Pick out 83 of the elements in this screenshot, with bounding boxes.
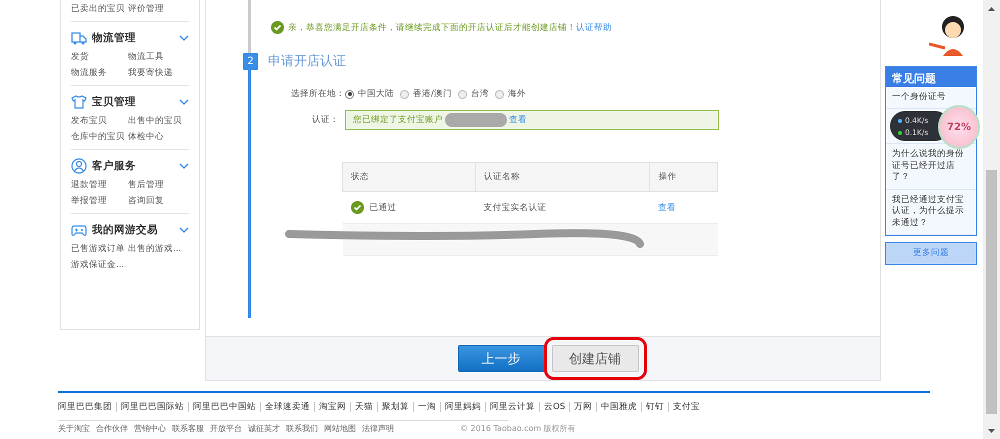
sidebar-link[interactable]: 评价管理 <box>128 3 189 15</box>
faq-link[interactable]: 为什么说我的身份证号已经开过店了？ <box>886 144 976 190</box>
footer-link[interactable]: 一淘 <box>413 402 440 412</box>
person-icon <box>71 158 87 174</box>
sidebar-link[interactable]: 售后管理 <box>128 179 189 191</box>
chevron-down-icon[interactable] <box>179 227 189 233</box>
footer-link[interactable]: 钉钉 <box>641 402 668 412</box>
footer-link[interactable]: 开放平台 <box>210 423 242 434</box>
sidebar-heading: 我的网游交易 <box>92 223 159 237</box>
footer-link[interactable]: 淘宝网 <box>314 402 350 412</box>
sidebar-heading: 客户服务 <box>92 159 137 173</box>
shirt-icon <box>71 95 87 109</box>
certification-text: 您已绑定了支付宝账户 <box>353 114 443 126</box>
sidebar-link[interactable]: 体检中心 <box>128 131 189 143</box>
gamepad-icon <box>71 223 87 237</box>
sidebar-link[interactable]: 出售中的宝贝 <box>128 115 189 127</box>
sidebar-link[interactable]: 我要寄快递 <box>128 67 189 79</box>
truck-icon <box>71 31 87 45</box>
sidebar-link[interactable]: 仓库中的宝贝 <box>71 131 128 143</box>
column-header: 状态 <box>342 162 476 192</box>
footer-link[interactable]: 云OS <box>539 402 570 412</box>
footer-link[interactable]: 阿里云计算 <box>485 402 539 412</box>
sidebar-link[interactable]: 发货 <box>71 51 128 63</box>
footer-link[interactable]: 支付宝 <box>668 402 704 412</box>
sidebar-heading: 物流管理 <box>92 31 137 45</box>
sidebar-link[interactable]: 已售游戏订单 <box>71 243 128 255</box>
sidebar-link[interactable]: 物流工具 <box>128 51 189 63</box>
copyright-text: © 2016 Taobao.com 版权所有 <box>460 423 576 434</box>
footer-link[interactable]: 合作伙伴 <box>96 423 128 434</box>
table-cell: 已通过 <box>370 202 396 214</box>
footer-link[interactable]: 营销中心 <box>134 423 166 434</box>
memory-usage-badge: 72% <box>938 105 980 150</box>
chevron-down-icon[interactable] <box>179 35 189 41</box>
field-label: 选择所在地： <box>290 88 345 100</box>
radio-option[interactable]: 海外 <box>494 88 526 100</box>
radio-option[interactable]: 香港/澳门 <box>400 88 452 100</box>
step-title: 申请开店认证 <box>268 53 346 70</box>
footer-link[interactable]: 关于淘宝 <box>58 423 90 434</box>
footer-link[interactable]: 中国雅虎 <box>596 402 642 412</box>
sidebar-link[interactable]: 发布宝贝 <box>71 115 128 127</box>
radio-button[interactable] <box>400 90 409 98</box>
sidebar-link[interactable]: 物流服务 <box>71 67 128 79</box>
step-number-badge: 2 <box>243 52 258 70</box>
radio-button[interactable] <box>494 90 504 98</box>
radio-button[interactable] <box>458 90 467 98</box>
footer-link[interactable]: 网站地图 <box>324 423 356 434</box>
redaction-blur <box>445 113 507 127</box>
cartoon-girl-drawing <box>929 16 965 56</box>
sidebar-link[interactable]: 退款管理 <box>71 179 128 191</box>
footer-link[interactable]: 阿里巴巴集团 <box>58 402 116 412</box>
sidebar-link[interactable]: 咨询回复 <box>128 195 189 207</box>
sidebar-link[interactable]: 游戏保证金... <box>71 259 128 271</box>
column-header: 认证名称 <box>476 162 650 192</box>
notice-text: 亲，恭喜您满足开店条件，请继续完成下面的开店认证后才能创建店铺！认证帮助 <box>288 22 612 34</box>
footer-link[interactable]: 全球速卖通 <box>260 402 314 412</box>
footer-link[interactable]: 万网 <box>569 402 596 412</box>
radio-option[interactable]: 台湾 <box>458 88 489 100</box>
sidebar-heading: 宝贝管理 <box>92 95 137 109</box>
footer-link[interactable]: 天猫 <box>350 402 377 412</box>
footer-link[interactable]: 阿里妈妈 <box>440 402 485 412</box>
check-circle-icon <box>271 21 284 34</box>
footer-link[interactable]: 联系客服 <box>172 423 204 434</box>
field-label: 认证： <box>311 114 340 126</box>
radio-button[interactable] <box>345 90 354 98</box>
scrollbar-thumb[interactable] <box>986 170 997 414</box>
sidebar-link[interactable]: 出售的游戏... <box>128 243 189 255</box>
footer-link[interactable]: 诚征英才 <box>248 423 280 434</box>
chevron-down-icon[interactable] <box>179 99 189 105</box>
faq-link[interactable]: 我已经通过支付宝认证，为什么提示未通过？ <box>886 190 976 236</box>
footer-link[interactable]: 聚划算 <box>377 402 413 412</box>
footer-link[interactable]: 法律声明 <box>362 423 394 434</box>
footer-link[interactable]: 阿里巴巴中国站 <box>188 402 260 412</box>
column-header: 操作 <box>650 162 718 192</box>
footer-link[interactable]: 联系我们 <box>286 423 318 434</box>
sidebar-link[interactable]: 已卖出的宝贝 <box>71 3 128 15</box>
faq-title: 常见问题 <box>886 67 976 87</box>
footer-link[interactable]: 阿里巴巴国际站 <box>116 402 188 412</box>
chevron-down-icon[interactable] <box>179 163 189 169</box>
back-button[interactable]: 上一步 <box>458 345 544 372</box>
view-link[interactable]: 查看 <box>658 202 676 212</box>
radio-option[interactable]: 中国大陆 <box>345 88 394 100</box>
sidebar-link[interactable]: 举报管理 <box>71 195 128 207</box>
help-link[interactable]: 认证帮助 <box>576 22 612 32</box>
